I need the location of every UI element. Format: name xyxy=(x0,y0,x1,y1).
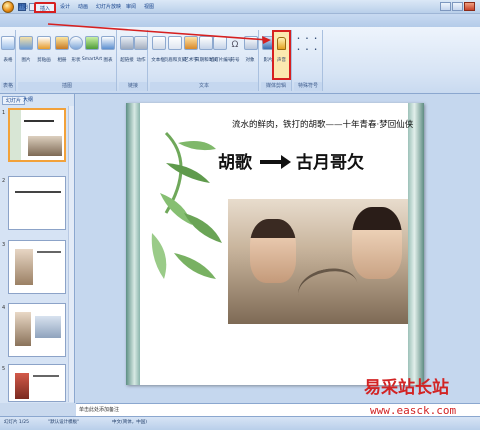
scroll-right-edge xyxy=(408,103,424,385)
slide-number: 1 xyxy=(2,110,6,116)
slides-scrollbar[interactable] xyxy=(68,106,74,402)
slide-number: 4 xyxy=(2,305,6,311)
arrow-right-icon xyxy=(281,155,291,169)
status-theme: "默认设计模板" xyxy=(48,420,80,425)
slide-thumbnail-5[interactable] xyxy=(8,364,66,402)
arrow-shaft xyxy=(260,160,282,164)
slide-thumbnail-3[interactable] xyxy=(8,240,66,294)
status-language: 中文(简体，中国) xyxy=(112,420,148,425)
tab-outline[interactable]: 大纲 xyxy=(20,96,36,105)
annotation-arrow xyxy=(47,23,271,44)
slide-number: 3 xyxy=(2,242,6,248)
slide-number: 2 xyxy=(2,178,6,184)
portrait-photo[interactable] xyxy=(228,199,408,324)
slide-thumbnail-4[interactable] xyxy=(8,303,66,357)
slide-subtitle: 流水的鲜肉，铁打的胡歌——十年青春·梦回仙侠 xyxy=(232,120,414,130)
slide-thumbnail-1[interactable] xyxy=(8,108,66,162)
slide-left-name: 胡歌 xyxy=(218,153,252,173)
status-slide-count: 幻灯片 1/25 xyxy=(4,420,30,425)
slide-thumbnail-2[interactable] xyxy=(8,176,66,230)
scroll-left-edge xyxy=(126,103,140,385)
slide-right-name: 古月哥欠 xyxy=(296,153,364,173)
watermark-cn: 易采站长站 xyxy=(364,378,449,398)
slide-number: 5 xyxy=(2,366,6,372)
watermark-url: www.easck.com xyxy=(370,404,457,417)
